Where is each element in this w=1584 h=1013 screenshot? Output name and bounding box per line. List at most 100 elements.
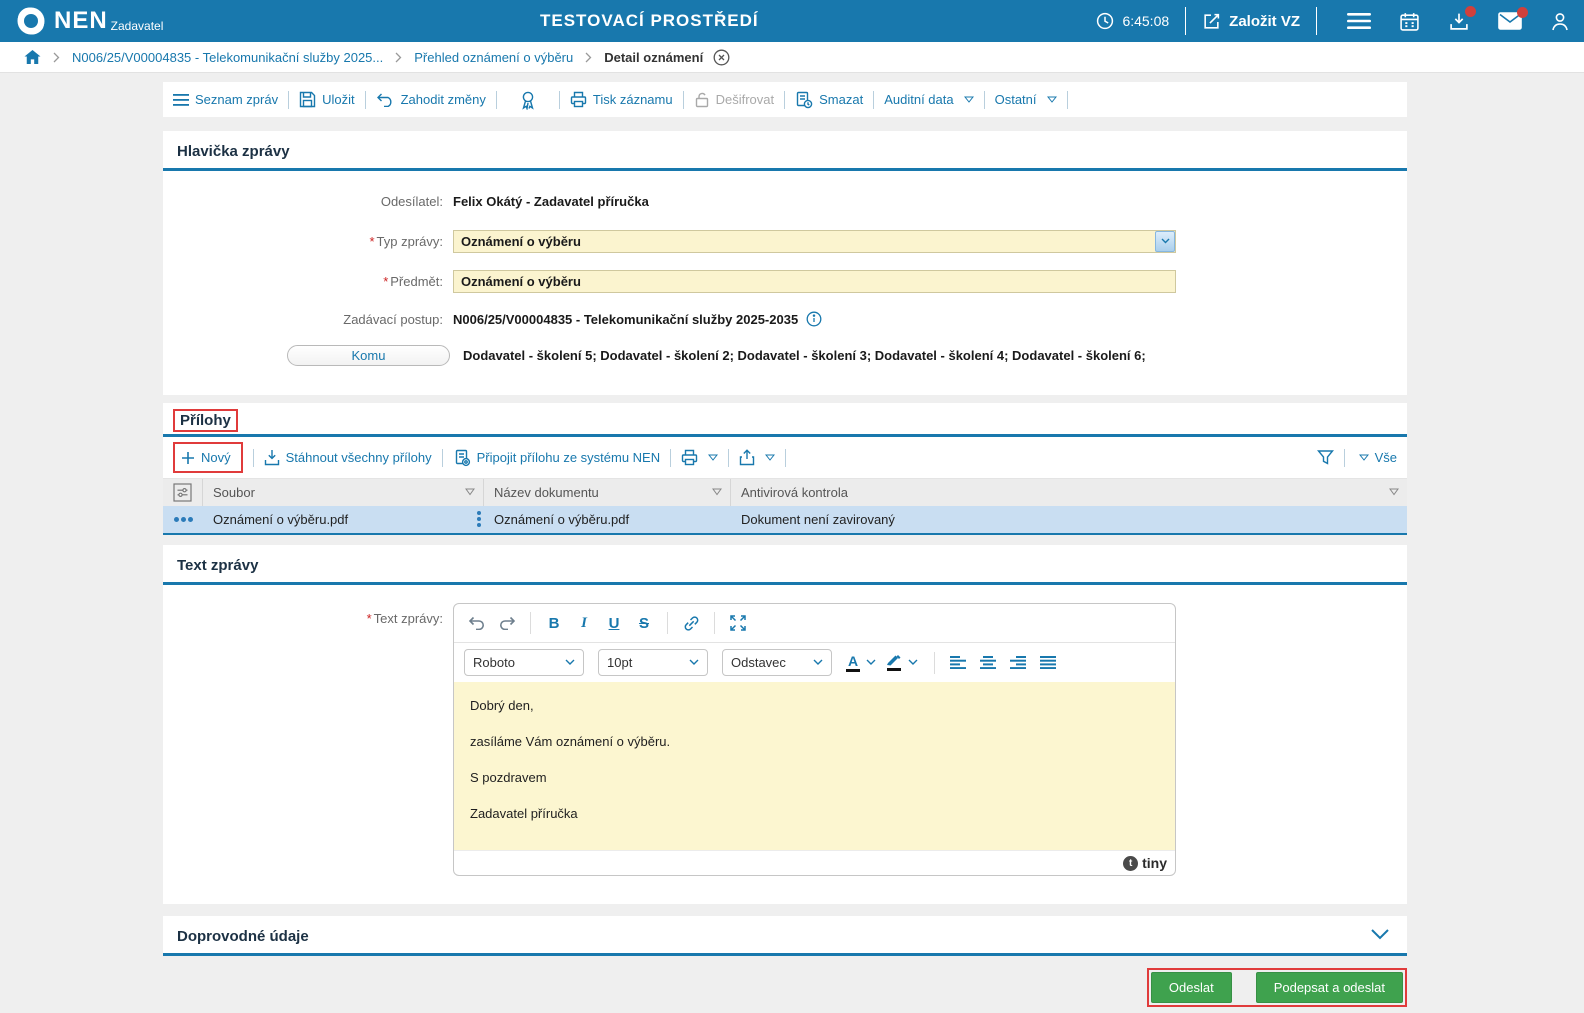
attach-from-nen-button[interactable]: Připojit přílohu ze systému NEN (453, 449, 660, 467)
annotation-box-actions: Odeslat Podepsat a odeslat (1146, 968, 1407, 1007)
nen-logo[interactable]: NEN Zadavatel (16, 6, 163, 36)
strikethrough-button[interactable]: S (631, 610, 657, 636)
row-menu-icon[interactable] (163, 506, 203, 533)
recipients-button[interactable]: Komu (287, 344, 450, 366)
filter-triangle-icon[interactable] (465, 488, 475, 496)
decrypt-button[interactable]: Dešifrovat (694, 91, 774, 108)
share-icon (739, 449, 755, 466)
message-list-button[interactable]: Seznam zpráv (173, 92, 278, 107)
send-button[interactable]: Odeslat (1150, 972, 1232, 1003)
chevron-down-icon[interactable] (866, 659, 876, 666)
logo-text: NEN (54, 7, 108, 34)
other-actions-button[interactable]: Ostatní (995, 92, 1057, 107)
sender-value: Felix Okátý - Zadavatel příručka (453, 193, 649, 209)
print-record-button[interactable]: Tisk záznamu (570, 91, 673, 108)
align-center-icon[interactable] (975, 650, 1001, 676)
save-button[interactable]: Uložit (299, 91, 355, 108)
bold-button[interactable]: B (541, 610, 567, 636)
nen-logo-icon (16, 6, 46, 36)
editor-paragraph: zasíláme Vám oznámení o výběru. (470, 734, 671, 749)
text-color-button[interactable]: A (846, 654, 860, 672)
new-attachment-button[interactable]: Nový (181, 450, 231, 465)
breadcrumb-procedure[interactable]: N006/25/V00004835 - Telekomunikační služ… (72, 50, 383, 65)
chevron-down-icon[interactable] (1155, 230, 1175, 252)
discard-changes-button[interactable]: Zahodit změny (376, 92, 486, 107)
editor-toolbar-row2: Roboto 10pt Odstavec A (454, 643, 1175, 682)
message-type-select[interactable]: Oznámení o výběru (453, 229, 1176, 253)
editor-paragraph: Zadavatel příručka (470, 806, 578, 821)
attachment-file-cell[interactable]: Oznámení o výběru.pdf (203, 506, 484, 533)
app-header: NEN Zadavatel TESTOVACÍ PROSTŘEDÍ 6:45:0… (0, 0, 1584, 42)
section-rule (163, 953, 1407, 956)
printer-icon (681, 449, 698, 466)
filter-triangle-icon[interactable] (712, 488, 722, 496)
breadcrumb-overview[interactable]: Přehled oznámení o výběru (414, 50, 573, 65)
create-vz-button[interactable]: Založit VZ (1202, 12, 1300, 31)
filter-icon[interactable] (1316, 449, 1334, 466)
editor-content[interactable]: Dobrý den, zasíláme Vám oznámení o výběr… (454, 682, 1175, 850)
chevron-down-icon (963, 96, 974, 103)
sign-and-send-button[interactable]: Podepsat a odeslat (1255, 972, 1403, 1003)
undo-icon (376, 92, 395, 107)
subject-input[interactable]: Oznámení o výběru (453, 269, 1176, 293)
breadcrumb: N006/25/V00004835 - Telekomunikační služ… (0, 42, 1584, 73)
plus-icon (181, 451, 195, 465)
highlight-color-button[interactable] (886, 654, 902, 671)
align-left-icon[interactable] (945, 650, 971, 676)
message-text-label: * Text zprávy: (366, 611, 443, 626)
align-right-icon[interactable] (1005, 650, 1031, 676)
procedure-label: Zadávací postup: (343, 311, 443, 327)
chevron-down-icon (708, 454, 719, 461)
close-tab-icon[interactable] (713, 49, 730, 66)
font-family-select[interactable]: Roboto (464, 649, 584, 676)
info-icon[interactable] (806, 311, 822, 327)
align-justify-icon[interactable] (1035, 650, 1061, 676)
tiny-logo-icon: t (1123, 855, 1139, 871)
underline-button[interactable]: U (601, 610, 627, 636)
fullscreen-icon[interactable] (725, 610, 751, 636)
attachment-name-cell[interactable]: Oznámení o výběru.pdf (484, 506, 731, 533)
undo-icon[interactable] (464, 610, 490, 636)
audit-data-button[interactable]: Auditní data (884, 92, 974, 107)
download-all-attachments-button[interactable]: Stáhnout všechny přílohy (264, 449, 432, 466)
link-icon[interactable] (678, 610, 704, 636)
certificate-button[interactable] (507, 90, 549, 110)
drag-handle-icon[interactable] (477, 511, 481, 527)
ribbon-icon (519, 90, 537, 110)
user-icon[interactable] (1550, 11, 1570, 32)
chevron-right-icon (53, 52, 60, 63)
edit-icon (1202, 12, 1221, 31)
column-header-antivir[interactable]: Antivirová kontrola (731, 479, 1407, 506)
filter-all-dropdown[interactable]: Vše (1355, 450, 1397, 465)
chevron-right-icon (395, 52, 402, 63)
inbox-icon[interactable] (1448, 5, 1476, 32)
column-header-nazev[interactable]: Název dokumentu (484, 479, 731, 506)
block-format-select[interactable]: Odstavec (722, 649, 832, 676)
chevron-down-icon[interactable] (908, 659, 918, 666)
delete-button[interactable]: Smazat (795, 91, 863, 109)
menu-button[interactable] (1347, 12, 1371, 30)
filter-triangle-icon[interactable] (1389, 488, 1399, 496)
column-header-soubor[interactable]: Soubor (203, 479, 484, 506)
attach-file-icon (453, 449, 471, 467)
home-icon[interactable] (24, 49, 41, 65)
clock-icon (1096, 12, 1114, 30)
chevron-down-icon (765, 454, 776, 461)
action-bar: Odeslat Podepsat a odeslat (163, 968, 1407, 1007)
expand-chevron-icon[interactable] (1371, 929, 1389, 940)
accompanying-data-section: Doprovodné údaje (163, 916, 1407, 956)
italic-button[interactable]: I (571, 610, 597, 636)
attachment-row[interactable]: Oznámení o výběru.pdf Oznámení o výběru.… (163, 506, 1407, 535)
print-attachments-button[interactable] (681, 449, 719, 466)
font-size-select[interactable]: 10pt (598, 649, 708, 676)
section-title-text: Text zprávy (177, 557, 259, 574)
section-title-doprovodne: Doprovodné údaje (177, 928, 309, 945)
unlock-icon (694, 91, 710, 108)
list-icon (173, 93, 189, 106)
column-settings-icon[interactable] (163, 479, 203, 506)
calendar-icon[interactable] (1399, 11, 1420, 32)
annotation-box-prilohy: Přílohy (173, 409, 238, 432)
redo-icon[interactable] (494, 610, 520, 636)
mail-icon[interactable] (1498, 7, 1528, 30)
export-attachments-button[interactable] (739, 449, 776, 466)
